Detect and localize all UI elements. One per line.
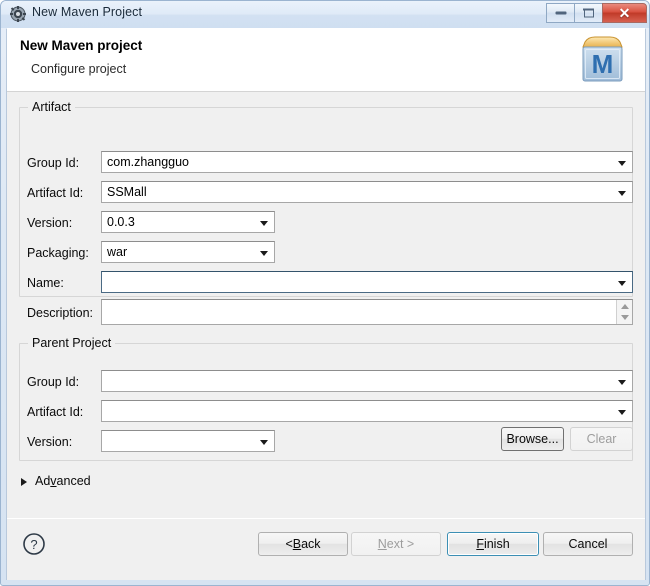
artifact-name-input[interactable] <box>101 271 633 293</box>
finish-label-mnemonic: F <box>476 537 484 551</box>
next-label-after: ext > <box>386 537 415 551</box>
back-label-mnemonic: B <box>292 537 302 551</box>
window-controls: ✕ <box>546 3 647 23</box>
chevron-down-icon[interactable] <box>618 191 626 196</box>
parent-version-input[interactable] <box>101 430 275 452</box>
finish-button[interactable]: Finish <box>447 532 539 556</box>
label-parent-group-id: Group Id: <box>27 375 80 389</box>
label-parent-artifact-id: Artifact Id: <box>27 405 84 419</box>
page-subtitle: Configure project <box>31 62 127 76</box>
dialog-body: New Maven project Configure project M Ar… <box>6 28 646 580</box>
back-button[interactable]: < Back <box>258 532 348 556</box>
artifact-description-input[interactable] <box>101 299 633 325</box>
artifact-packaging-value: war <box>107 245 128 259</box>
next-label-mnemonic: N <box>377 537 387 551</box>
clear-button: Clear <box>570 427 633 451</box>
advanced-label-after: anced <box>56 474 91 488</box>
close-icon: ✕ <box>618 5 631 21</box>
artifact-group-id-value: com.zhangguo <box>107 155 190 169</box>
label-artifact-packaging: Packaging: <box>27 246 89 260</box>
artifact-group-id-input[interactable]: com.zhangguo <box>101 151 633 173</box>
label-artifact-group-id: Group Id: <box>27 156 80 170</box>
label-artifact-description: Description: <box>27 306 93 320</box>
parent-project-group-label: Parent Project <box>28 336 116 350</box>
back-label-before: < <box>285 537 293 551</box>
spinner-up-icon[interactable] <box>620 304 629 309</box>
parent-group-id-input[interactable] <box>101 370 633 392</box>
chevron-down-icon[interactable] <box>260 221 268 226</box>
help-question-icon[interactable]: ? <box>22 532 46 556</box>
chevron-down-icon[interactable] <box>618 281 626 286</box>
chevron-down-icon[interactable] <box>618 410 626 415</box>
advanced-disclosure[interactable]: Advanced <box>21 474 91 488</box>
window-title: New Maven Project <box>32 5 143 19</box>
advanced-label-before: Ad <box>35 474 51 488</box>
minimize-icon <box>555 11 566 15</box>
next-button: Next > <box>351 532 441 556</box>
minimize-button[interactable] <box>546 3 575 23</box>
dialog-window: New Maven Project ✕ New Maven project Co… <box>0 0 650 586</box>
artifact-artifact-id-input[interactable]: SSMall <box>101 181 633 203</box>
svg-text:M: M <box>592 49 614 79</box>
artifact-version-input[interactable]: 0.0.3 <box>101 211 275 233</box>
browse-button[interactable]: Browse... <box>501 427 564 451</box>
maven-project-icon: M <box>575 34 630 86</box>
spinner-down-icon[interactable] <box>620 315 629 320</box>
chevron-right-icon[interactable] <box>21 478 27 486</box>
label-artifact-version: Version: <box>27 216 73 230</box>
maven-gear-icon <box>10 6 26 22</box>
maximize-button[interactable] <box>574 3 603 23</box>
wizard-header: New Maven project Configure project M <box>7 29 645 92</box>
back-label-after: ack <box>301 537 321 551</box>
cancel-label: Cancel <box>568 537 608 551</box>
label-parent-version: Version: <box>27 435 73 449</box>
page-title: New Maven project <box>20 38 143 53</box>
title-bar: New Maven Project ✕ <box>1 1 649 28</box>
finish-label-after: inish <box>483 537 510 551</box>
wizard-content: Artifact Group Id: com.zhangguo Artifact… <box>7 93 645 516</box>
label-artifact-name: Name: <box>27 276 64 290</box>
chevron-down-icon[interactable] <box>618 161 626 166</box>
artifact-group-label: Artifact <box>28 100 75 114</box>
svg-text:?: ? <box>30 537 37 552</box>
close-button[interactable]: ✕ <box>602 3 647 23</box>
chevron-down-icon[interactable] <box>618 380 626 385</box>
footer-separator <box>7 518 645 519</box>
maximize-icon <box>583 8 594 18</box>
description-scroll-spinner[interactable] <box>616 300 632 324</box>
artifact-packaging-input[interactable]: war <box>101 241 275 263</box>
label-artifact-artifact-id: Artifact Id: <box>27 186 84 200</box>
cancel-button[interactable]: Cancel <box>543 532 633 556</box>
chevron-down-icon[interactable] <box>260 440 268 445</box>
artifact-artifact-id-value: SSMall <box>107 185 147 199</box>
dialog-footer: ? < Back Next > Finish Cancel <box>7 520 645 580</box>
artifact-version-value: 0.0.3 <box>107 215 135 229</box>
parent-artifact-id-input[interactable] <box>101 400 633 422</box>
chevron-down-icon[interactable] <box>260 251 268 256</box>
